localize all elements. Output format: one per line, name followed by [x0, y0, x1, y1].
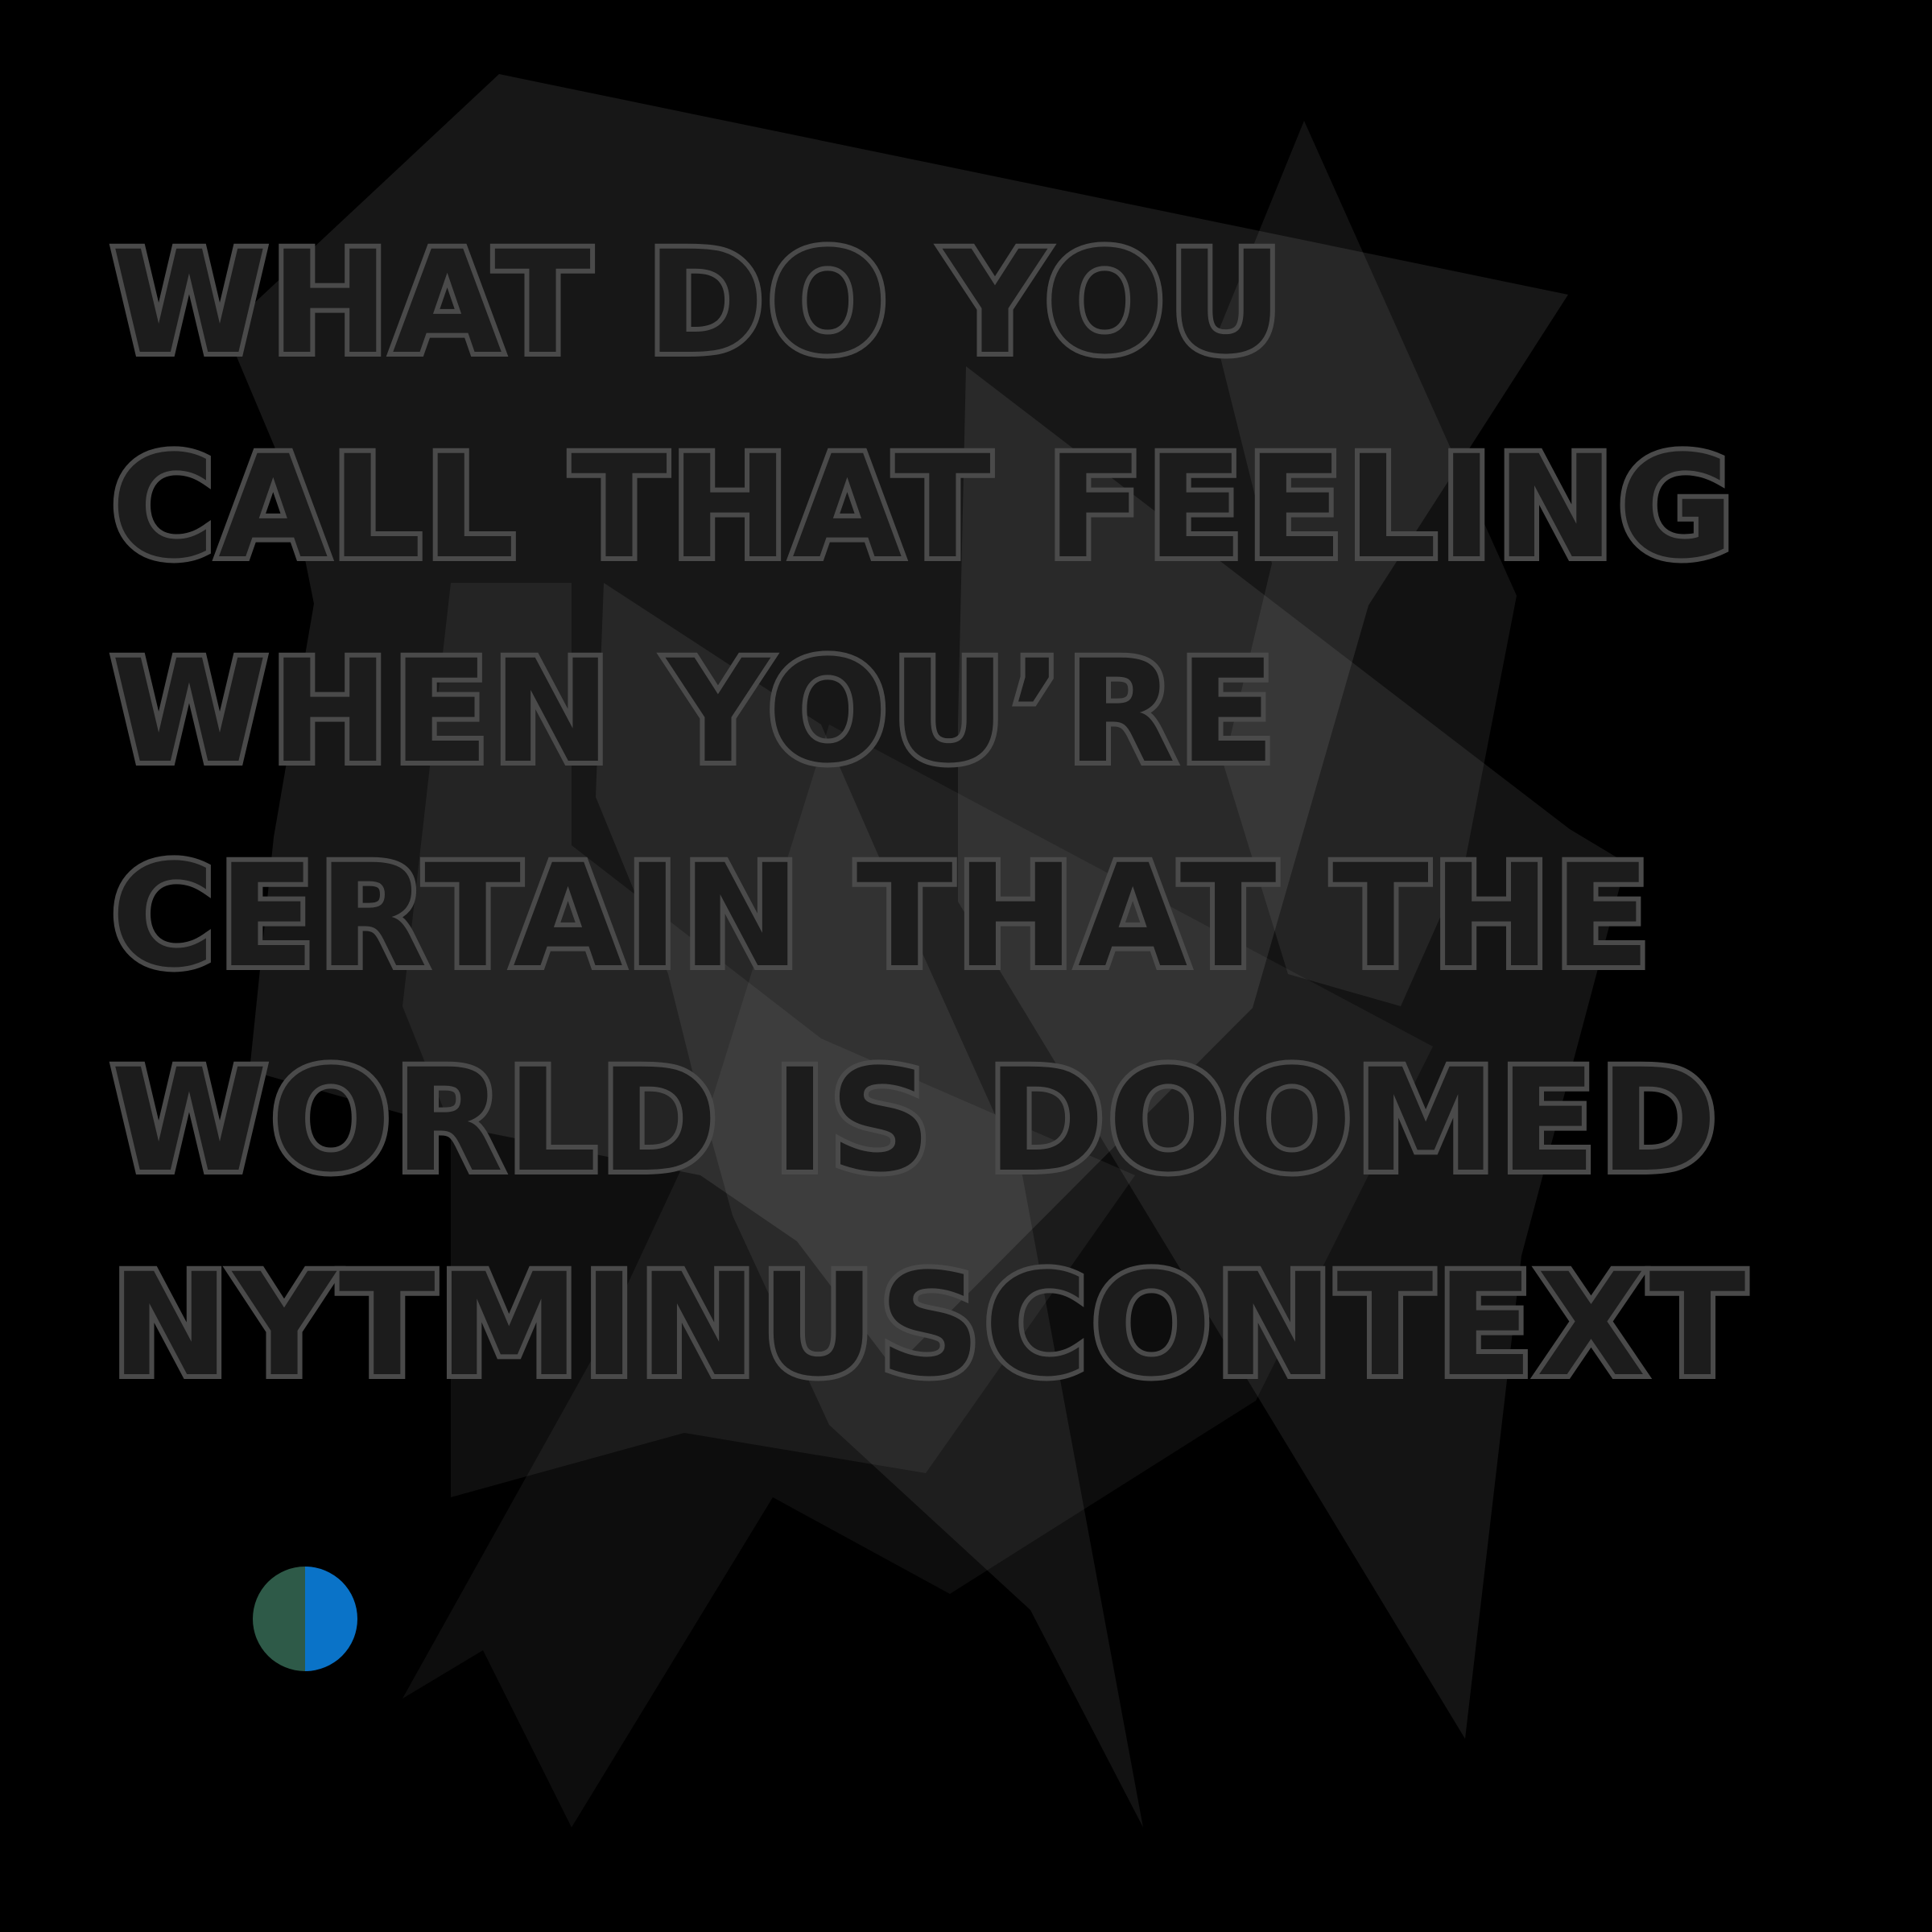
headline: What do you call that feeling when you’r… — [106, 201, 1882, 1428]
logo-dot-left-half — [253, 1567, 305, 1671]
headline-line-2: call that feeling — [106, 420, 1739, 595]
headline-line-4: certain that the — [106, 829, 1655, 1004]
handle-text: nytminuscontext — [106, 1238, 1751, 1413]
headline-line-1: What do you — [106, 216, 1288, 390]
logo-dot-icon — [253, 1567, 357, 1671]
headline-line-3: when you’re — [106, 625, 1281, 799]
logo-dot-right-half — [305, 1567, 357, 1671]
headline-line-5: world is doomed — [106, 1034, 1722, 1208]
poster-canvas: What do you call that feeling when you’r… — [0, 0, 1932, 1932]
